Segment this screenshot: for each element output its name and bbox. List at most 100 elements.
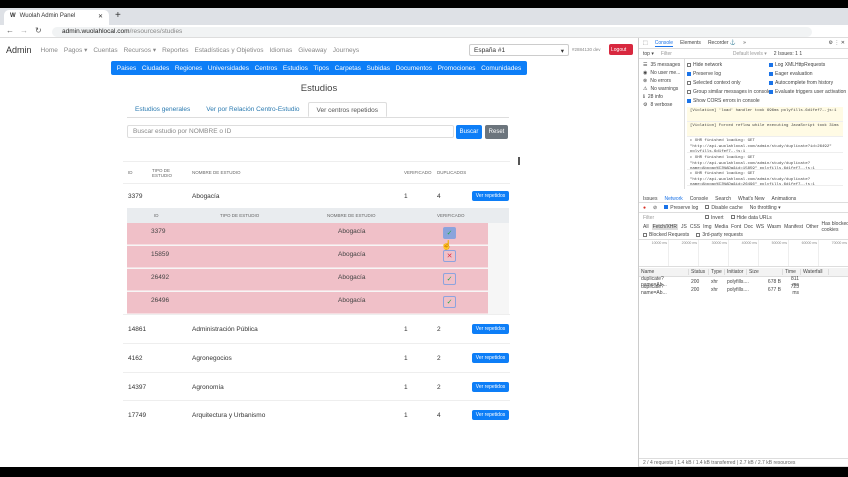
console-filter[interactable]: Filter: [661, 51, 726, 57]
setting-checkbox[interactable]: Eager evaluation: [769, 71, 813, 77]
type-filter[interactable]: JS: [681, 224, 687, 230]
tab-estudios-generales[interactable]: Estudios generales: [127, 102, 198, 117]
levels-select[interactable]: Default levels ▾: [733, 51, 767, 57]
network-column-header[interactable]: Waterfall: [801, 269, 829, 275]
record-icon[interactable]: ●: [643, 205, 646, 211]
pill-tipos[interactable]: Tipos: [313, 65, 329, 72]
nav-home[interactable]: Home: [41, 47, 58, 54]
ver-repetidos-button[interactable]: Ver repetidos: [472, 353, 509, 363]
invert-checkbox[interactable]: Invert: [711, 215, 724, 221]
checkbox-box[interactable]: [687, 80, 691, 85]
blocked-requests-checkbox[interactable]: Blocked Requests: [649, 232, 689, 238]
checkbox-box[interactable]: [687, 71, 691, 76]
network-column-header[interactable]: Name: [639, 269, 689, 275]
devtab-more[interactable]: »: [743, 40, 746, 46]
logout-button[interactable]: Logout: [609, 44, 633, 55]
network-column-header[interactable]: Type: [709, 269, 725, 275]
tab-centros-repetidos[interactable]: Ver centros repetidos: [307, 102, 387, 117]
third-party-checkbox[interactable]: 3rd-party requests: [702, 232, 743, 238]
drawer-tab[interactable]: Animations: [772, 196, 797, 202]
type-filter[interactable]: Wasm: [767, 224, 781, 230]
network-column-header[interactable]: Status: [689, 269, 709, 275]
setting-checkbox[interactable]: Log XMLHttpRequests: [769, 62, 825, 68]
type-filter[interactable]: Other: [806, 224, 819, 230]
cross-icon[interactable]: ✕: [443, 250, 456, 262]
drawer-tab[interactable]: Console: [690, 196, 708, 202]
devtab-elements[interactable]: Elements: [680, 40, 701, 46]
type-filter[interactable]: All: [643, 224, 649, 230]
pill-carpetas[interactable]: Carpetas: [335, 65, 361, 72]
nav-idiomas[interactable]: Idiomas: [269, 47, 292, 54]
reload-icon[interactable]: ↻: [35, 26, 42, 35]
url-bar[interactable]: admin.wuolahlocal.com/resources/studies: [52, 27, 812, 37]
network-column-header[interactable]: Initiator: [725, 269, 747, 275]
devtab-recorder[interactable]: Recorder ⚓: [708, 40, 736, 46]
tab-relacion-centro-estudio[interactable]: Ver por Relación Centro-Estudio: [198, 102, 307, 117]
console-sidebar-item[interactable]: ⚠ No warnings: [643, 86, 678, 92]
setting-checkbox[interactable]: Autocomplete from history: [769, 80, 833, 86]
preserve-log-checkbox[interactable]: Preserve log: [670, 205, 698, 211]
console-sidebar-item[interactable]: ⊗ No errors: [643, 78, 671, 84]
close-tab-icon[interactable]: ✕: [98, 13, 103, 22]
ver-repetidos-button[interactable]: Ver repetidos: [472, 191, 509, 201]
reset-button[interactable]: Reset: [485, 125, 508, 139]
disable-cache-checkbox[interactable]: Disable cache: [711, 205, 742, 211]
setting-checkbox[interactable]: Selected context only: [687, 80, 741, 86]
console-sidebar-item[interactable]: ☰ 35 messages: [643, 62, 680, 68]
nav-recursos[interactable]: Recursos ▾: [124, 46, 157, 54]
pill-paises[interactable]: Paises: [117, 65, 137, 72]
nav-giveaway[interactable]: Giveaway: [298, 47, 327, 54]
ver-repetidos-button[interactable]: Ver repetidos: [472, 382, 509, 392]
devtab-console[interactable]: Console: [654, 40, 674, 47]
network-filter[interactable]: Filter: [643, 215, 698, 221]
pill-universidades[interactable]: Universidades: [208, 65, 249, 72]
type-filter[interactable]: Img: [703, 224, 711, 230]
network-column-header[interactable]: Time: [783, 269, 801, 275]
check-icon[interactable]: ✓: [443, 296, 456, 308]
type-filter[interactable]: Fetch/XHR: [651, 223, 679, 230]
checkbox-box[interactable]: [769, 80, 773, 85]
back-icon[interactable]: ←: [6, 26, 14, 35]
drawer-tab[interactable]: Issues: [643, 196, 657, 202]
ver-repetidos-button[interactable]: Ver repetidos: [472, 410, 509, 420]
hide-data-urls-checkbox[interactable]: Hide data URLs: [737, 215, 772, 221]
network-column-header[interactable]: Size: [747, 269, 783, 275]
console-sidebar-item[interactable]: ⚙ 8 verbose: [643, 102, 672, 108]
checkbox-box[interactable]: [769, 71, 773, 76]
clear-icon[interactable]: ⊘: [653, 205, 657, 211]
pill-promociones[interactable]: Promociones: [438, 65, 476, 72]
nav-reportes[interactable]: Reportes: [162, 47, 188, 54]
console-sidebar-item[interactable]: ℹ 28 info: [643, 94, 663, 100]
brand[interactable]: Admin: [6, 45, 32, 55]
checkbox-box[interactable]: [769, 62, 773, 67]
drawer-tab[interactable]: What's New: [738, 196, 765, 202]
checkbox-box[interactable]: [769, 89, 773, 94]
pill-estudios[interactable]: Estudios: [283, 65, 308, 72]
type-filter[interactable]: Font: [731, 224, 741, 230]
issues-badge[interactable]: 2 Issues: 1 1: [774, 51, 802, 57]
ver-repetidos-button[interactable]: Ver repetidos: [472, 324, 509, 334]
pill-ciudades[interactable]: Ciudades: [142, 65, 169, 72]
nav-cuentas[interactable]: Cuentas: [93, 47, 117, 54]
nav-pagos[interactable]: Pagos ▾: [64, 46, 88, 54]
type-filter[interactable]: WS: [756, 224, 764, 230]
throttle-select[interactable]: No throttling ▾: [750, 205, 781, 211]
pill-documentos[interactable]: Documentos: [396, 65, 433, 72]
check-icon[interactable]: ✓: [443, 227, 456, 239]
checkbox-box[interactable]: [687, 98, 691, 103]
nav-estadisticas[interactable]: Estadísticas y Objetivos: [194, 47, 263, 54]
pill-regiones[interactable]: Regiones: [175, 65, 202, 72]
type-filter[interactable]: Media: [714, 224, 728, 230]
setting-checkbox[interactable]: Show CORS errors in console: [687, 98, 760, 104]
setting-checkbox[interactable]: Preserve log: [687, 71, 721, 77]
country-select[interactable]: España #1 ▾: [469, 44, 569, 56]
new-tab-icon[interactable]: +: [115, 10, 121, 21]
type-filter[interactable]: Manifest: [784, 224, 803, 230]
context-select[interactable]: top ▾: [643, 51, 654, 57]
search-input[interactable]: Buscar estudio por NOMBRE o ID: [127, 125, 454, 138]
type-filter[interactable]: Doc: [744, 224, 753, 230]
scrollbar[interactable]: [518, 157, 520, 165]
checkbox-box[interactable]: [687, 62, 691, 67]
setting-checkbox[interactable]: Evaluate triggers user activation: [769, 89, 846, 95]
drawer-tab[interactable]: Network: [664, 196, 682, 202]
